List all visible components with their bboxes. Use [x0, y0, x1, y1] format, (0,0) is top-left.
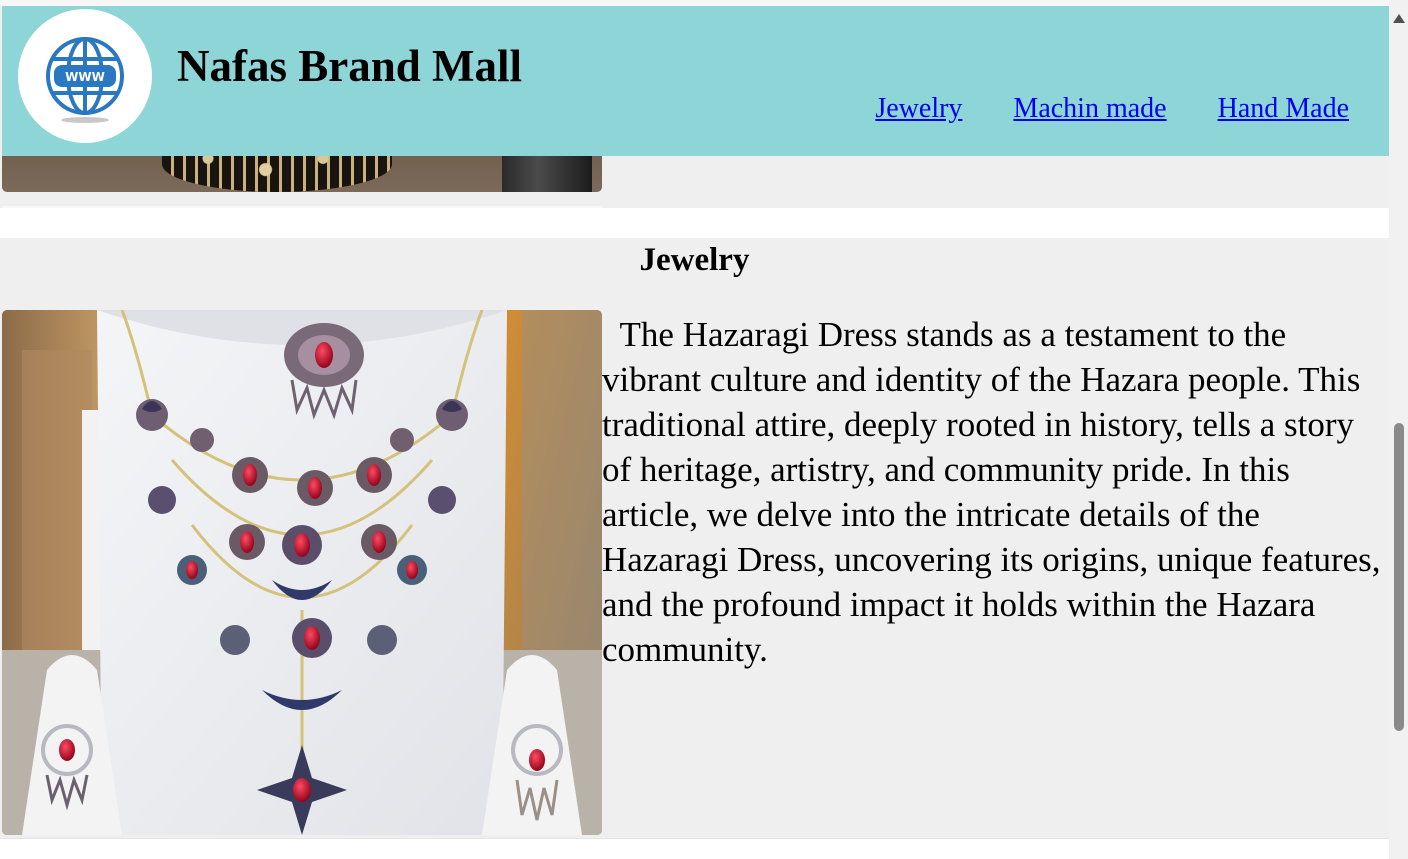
scroll-thumb[interactable]	[1394, 423, 1404, 731]
site-header: WWW Nafas Brand Mall Jewelry Machin made…	[2, 6, 1389, 156]
nav-link-jewelry[interactable]: Jewelry	[875, 92, 962, 126]
nav-link-hand-made[interactable]: Hand Made	[1218, 92, 1349, 126]
www-globe-icon: WWW	[46, 37, 124, 123]
logo-text: WWW	[65, 70, 105, 84]
jewelry-description: The Hazaragi Dress stands as a testament…	[602, 315, 1389, 669]
section-title: Jewelry	[639, 242, 750, 278]
scroll-up-arrow-icon[interactable]	[1393, 14, 1405, 23]
brand-title: Nafas Brand Mall	[177, 41, 523, 91]
page-footer-gap	[0, 838, 1389, 859]
section-spacer	[0, 208, 1389, 238]
jewelry-section: Jewelry The Hazaragi Dress stands as a t…	[0, 238, 1389, 838]
vertical-scrollbar[interactable]	[1389, 0, 1408, 859]
page-viewport: WWW Nafas Brand Mall Jewelry Machin made…	[0, 0, 1389, 859]
nav-link-machin-made[interactable]: Machin made	[1013, 92, 1166, 126]
main-nav: Jewelry Machin made Hand Made	[875, 92, 1349, 126]
necklace-photo	[2, 310, 602, 835]
site-logo[interactable]: WWW	[18, 9, 152, 143]
jewelry-product-image	[2, 310, 602, 835]
